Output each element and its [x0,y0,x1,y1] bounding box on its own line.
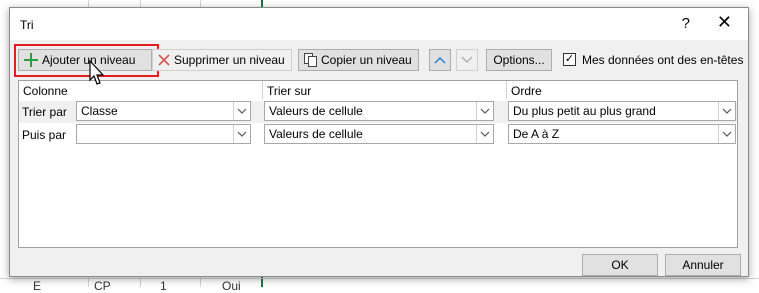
close-button[interactable]: ✕ [717,12,732,33]
delete-x-icon [158,54,170,66]
row-label: Puis par [22,128,67,142]
sort-level-row[interactable]: Puis par Valeurs de cellule De A à Z [19,124,737,146]
move-up-button[interactable] [429,49,451,71]
headers-checkbox-label: Mes données ont des en-têtes [582,53,744,67]
options-button[interactable]: Options... [486,49,552,71]
sort-on-value: Valeurs de cellule [269,127,363,141]
column-select[interactable] [76,124,251,144]
help-button[interactable]: ? [682,15,690,32]
order-select[interactable]: De A à Z [508,124,736,144]
order-value: De A à Z [513,127,560,141]
chevron-down-icon [476,125,493,143]
options-label: Options... [493,53,545,67]
delete-level-button[interactable]: Supprimer un niveau [152,49,292,71]
column-header: Colonne [23,84,68,98]
delete-level-label: Supprimer un niveau [174,53,285,67]
chevron-down-icon [718,125,735,143]
highlight-box [14,44,159,77]
cancel-button[interactable]: Annuler [665,254,741,276]
sort-on-value: Valeurs de cellule [269,104,363,118]
sort-levels-grid: Colonne Trier sur Ordre Trier par Classe… [18,80,738,248]
order-header: Ordre [511,84,542,98]
order-value: Du plus petit au plus grand [513,104,656,118]
sheet-cell: Oui [222,279,241,293]
arrow-down-icon [461,53,473,67]
header-divider [262,81,263,99]
sheet-cell: 1 [160,279,167,293]
header-divider [506,81,507,99]
column-value: Classe [81,104,118,118]
ok-button[interactable]: OK [582,254,658,276]
sort-on-select[interactable]: Valeurs de cellule [264,101,494,121]
sheet-gridline [0,278,759,279]
dialog-title: Tri [20,18,34,32]
headers-checkbox[interactable]: ✓ [563,53,576,66]
sort-level-row[interactable]: Trier par Classe Valeurs de cellule Du p… [19,101,737,123]
chevron-down-icon [233,102,250,120]
sort-on-header: Trier sur [267,84,312,98]
row-label: Trier par [22,105,67,119]
move-down-button[interactable] [456,49,478,71]
chevron-down-icon [476,102,493,120]
chevron-down-icon [718,102,735,120]
order-select[interactable]: Du plus petit au plus grand [508,101,736,121]
copy-level-button[interactable]: Copier un niveau [298,49,419,71]
sort-on-select[interactable]: Valeurs de cellule [264,124,494,144]
mouse-cursor-icon [89,59,105,89]
dialog-titlebar: Tri ? ✕ [10,8,748,40]
copy-icon [304,53,317,67]
sheet-cell: E [33,279,42,293]
column-select[interactable]: Classe [76,101,251,121]
chevron-down-icon [233,125,250,143]
sort-dialog: Tri ? ✕ Ajouter un niveau Supprimer un n… [9,7,749,277]
copy-level-label: Copier un niveau [321,53,412,67]
arrow-up-icon [434,53,446,67]
sheet-cell: CP [94,279,111,293]
